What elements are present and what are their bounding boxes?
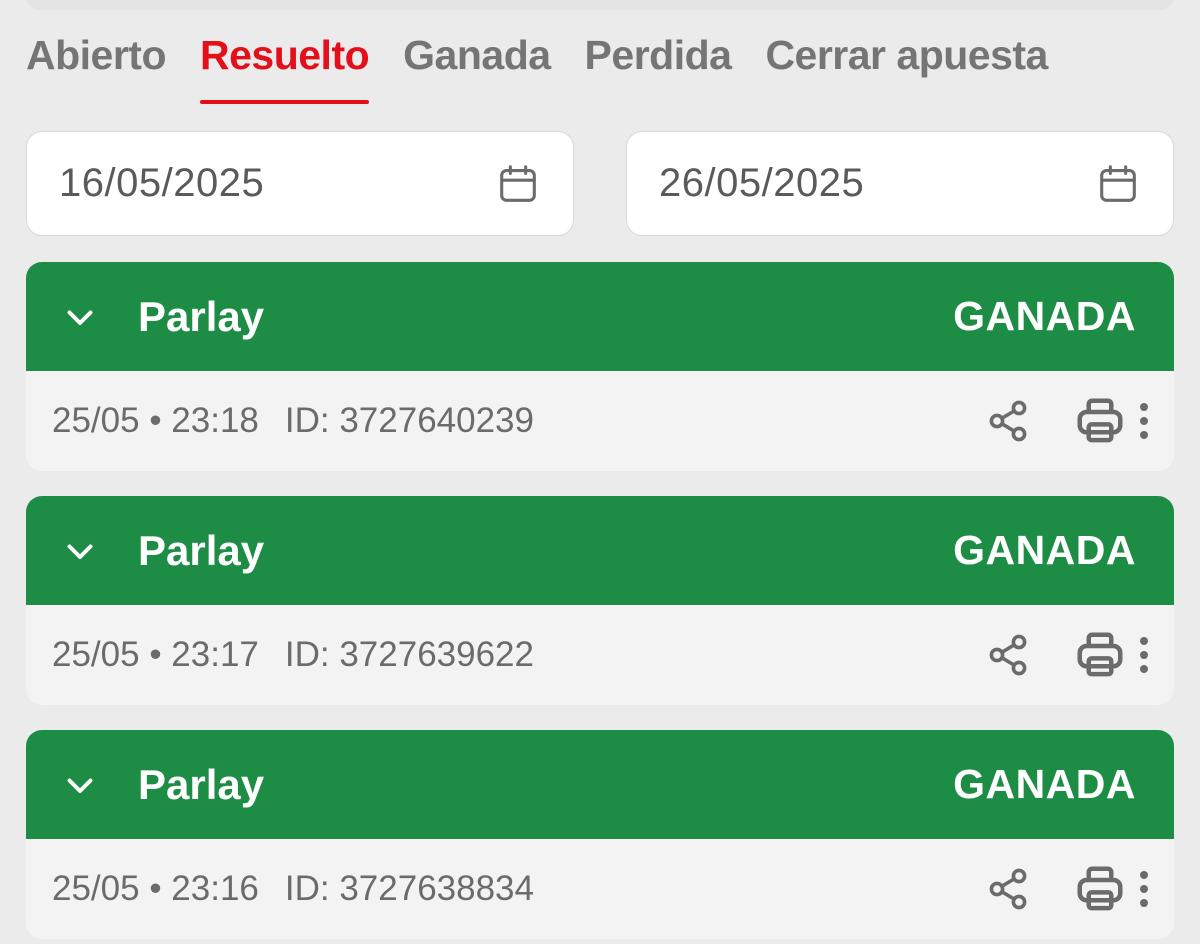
chevron-down-icon[interactable] bbox=[62, 767, 98, 803]
tab-abierto[interactable]: Abierto bbox=[26, 28, 167, 104]
bet-card: Parlay GANADA 25/05 • 23:16 ID: 372763883… bbox=[26, 730, 1174, 939]
bet-card: Parlay GANADA 25/05 • 23:17 ID: 372763962… bbox=[26, 496, 1174, 705]
bet-date: 25/05 bbox=[52, 635, 140, 674]
bet-status-tabs: Abierto Resuelto Ganada Perdida Cerrar a… bbox=[26, 28, 1082, 106]
share-icon[interactable] bbox=[984, 631, 1032, 679]
date-from-field[interactable]: 16/05/2025 bbox=[26, 131, 574, 236]
date-from-value: 16/05/2025 bbox=[59, 161, 265, 205]
date-to-value: 26/05/2025 bbox=[659, 161, 865, 205]
share-icon[interactable] bbox=[984, 397, 1032, 445]
previous-card-edge bbox=[26, 0, 1174, 10]
chevron-down-icon[interactable] bbox=[62, 533, 98, 569]
bet-type: Parlay bbox=[138, 760, 265, 808]
bet-card-footer: 25/05 • 23:16 ID: 3727638834 bbox=[26, 839, 1174, 939]
bet-card-footer: 25/05 • 23:17 ID: 3727639622 bbox=[26, 605, 1174, 705]
print-icon[interactable] bbox=[1072, 628, 1128, 682]
tab-perdida[interactable]: Perdida bbox=[585, 28, 732, 104]
bet-card-header[interactable]: Parlay GANADA bbox=[26, 262, 1174, 371]
bet-date: 25/05 bbox=[52, 869, 140, 908]
more-vertical-icon[interactable] bbox=[1138, 869, 1150, 909]
calendar-icon[interactable] bbox=[1095, 161, 1141, 207]
tab-resuelto[interactable]: Resuelto bbox=[200, 28, 370, 104]
bet-time: 23:16 bbox=[171, 869, 259, 908]
bet-type: Parlay bbox=[138, 526, 265, 574]
share-icon[interactable] bbox=[984, 865, 1032, 913]
bet-card: Parlay GANADA 25/05 • 23:18 ID: 372764023… bbox=[26, 262, 1174, 471]
print-icon[interactable] bbox=[1072, 862, 1128, 916]
print-icon[interactable] bbox=[1072, 394, 1128, 448]
bet-status-badge: GANADA bbox=[953, 527, 1136, 573]
bet-time: 23:18 bbox=[171, 401, 259, 440]
bet-card-header[interactable]: Parlay GANADA bbox=[26, 496, 1174, 605]
bet-id: ID: 3727638834 bbox=[284, 869, 534, 908]
bet-id: ID: 3727640239 bbox=[284, 401, 534, 440]
bet-status-badge: GANADA bbox=[953, 761, 1136, 807]
bet-meta: 25/05 • 23:17 ID: 3727639622 bbox=[52, 635, 534, 674]
date-range-filter: 16/05/2025 26/05/2025 bbox=[26, 131, 1174, 236]
bet-card-header[interactable]: Parlay GANADA bbox=[26, 730, 1174, 839]
tab-ganada[interactable]: Ganada bbox=[403, 28, 551, 104]
more-vertical-icon[interactable] bbox=[1138, 401, 1150, 441]
date-to-field[interactable]: 26/05/2025 bbox=[626, 131, 1174, 236]
bet-id: ID: 3727639622 bbox=[284, 635, 534, 674]
bet-status-badge: GANADA bbox=[953, 293, 1136, 339]
bet-type: Parlay bbox=[138, 292, 265, 340]
bet-meta: 25/05 • 23:18 ID: 3727640239 bbox=[52, 401, 534, 440]
tab-cerrar-apuesta[interactable]: Cerrar apuesta bbox=[765, 28, 1048, 104]
more-vertical-icon[interactable] bbox=[1138, 635, 1150, 675]
chevron-down-icon[interactable] bbox=[62, 299, 98, 335]
bet-card-footer: 25/05 • 23:18 ID: 3727640239 bbox=[26, 371, 1174, 471]
bet-meta: 25/05 • 23:16 ID: 3727638834 bbox=[52, 869, 534, 908]
bet-time: 23:17 bbox=[171, 635, 259, 674]
bet-date: 25/05 bbox=[52, 401, 140, 440]
calendar-icon[interactable] bbox=[495, 161, 541, 207]
